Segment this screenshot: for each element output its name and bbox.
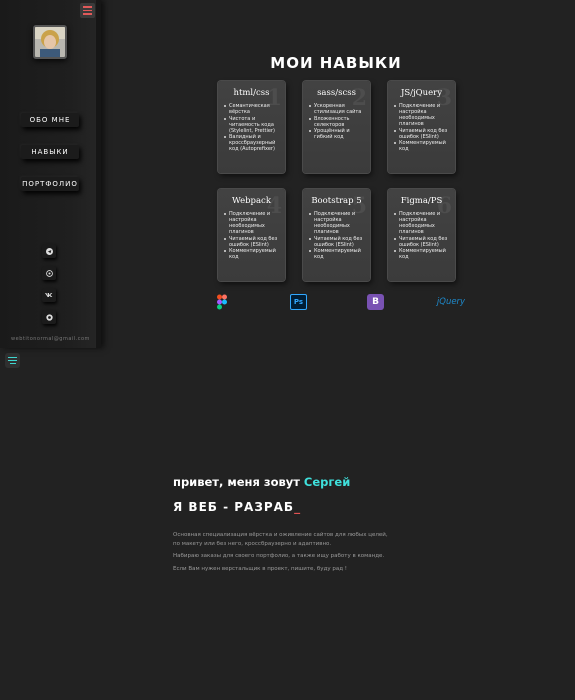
- card-list: Подключение и настройка необходимых плаг…: [394, 211, 452, 261]
- card-list: Подключение и настройка необходимых плаг…: [309, 211, 367, 261]
- greeting-text: привет, меня зовут: [173, 475, 304, 489]
- nav-about-button[interactable]: ОБО МНЕ: [21, 113, 79, 127]
- skills-title: МОИ НАВЫКИ: [270, 54, 402, 72]
- skill-card-sass: 2 sass/scss Ускоренная стилизация сайта …: [303, 81, 370, 173]
- list-item: Семантическая вёрстка: [224, 103, 282, 115]
- sidebar: ОБО МНЕ НАВЫКИ ПОРТФОЛИО webtitonormal@g…: [0, 0, 101, 348]
- intro-line: по макету или без него, кроссбраузерно и…: [173, 541, 332, 547]
- card-title: Bootstrap 5: [311, 196, 362, 206]
- list-item: Вложенность селекторов: [309, 116, 367, 128]
- skill-card-figma: 6 Figma/PS Подключение и настройка необх…: [388, 189, 455, 281]
- card-list: Семантическая вёрстка Чистота и читаемос…: [224, 103, 282, 153]
- list-item: Подключение и настройка необходимых плаг…: [224, 211, 282, 235]
- bootstrap-logo-text: B: [367, 294, 384, 310]
- card-list: Подключение и настройка необходимых плаг…: [394, 103, 452, 153]
- intro-line: Основная специализация вёрстка и оживлен…: [173, 532, 388, 538]
- list-item: Валидный и кроссбраузерный код (Autopref…: [224, 134, 282, 152]
- list-item: Подключение и настройка необходимых плаг…: [394, 211, 452, 235]
- photoshop-logo-text: Ps: [290, 294, 307, 310]
- orders-paragraph: Набираю заказы для своего портфолио, а т…: [173, 553, 385, 559]
- sidebar-edge: [96, 0, 101, 348]
- nav-portfolio-button[interactable]: ПОРТФОЛИО: [21, 177, 79, 191]
- headline: Я ВЕБ - РАЗРАБ_: [173, 500, 301, 514]
- list-item: Урощённый и гибкий код: [309, 128, 367, 140]
- github-icon[interactable]: [42, 310, 56, 324]
- card-title: sass/scss: [317, 88, 356, 98]
- list-item: Подключение и настройка необходимых плаг…: [309, 211, 367, 235]
- menu-burger-icon[interactable]: [80, 3, 95, 18]
- whatsapp-icon[interactable]: [42, 266, 56, 280]
- nav-skills-button[interactable]: НАВЫКИ: [21, 145, 79, 159]
- list-item: Читаемый код без ошибок (ESlint): [394, 128, 452, 140]
- list-item: Комментируемый код: [394, 248, 452, 260]
- list-item: Читаемый код без ошибок (ESlint): [309, 236, 367, 248]
- menu-toggle-icon[interactable]: [5, 353, 20, 368]
- email-link[interactable]: webtitonormal@gmail.com: [0, 336, 101, 342]
- list-item: Комментируемый код: [224, 248, 282, 260]
- card-list: Подключение и настройка необходимых плаг…: [224, 211, 282, 261]
- vk-icon[interactable]: [42, 288, 56, 302]
- skill-card-js: 3 JS/jQuery Подключение и настройка необ…: [388, 81, 455, 173]
- card-title: html/css: [233, 88, 270, 98]
- skill-card-html: 1 html/css Семантическая вёрстка Чистота…: [218, 81, 285, 173]
- list-item: Читаемый код без ошибок (ESlint): [224, 236, 282, 248]
- list-item: Читаемый код без ошибок (ESlint): [394, 236, 452, 248]
- card-title: Webpack: [232, 196, 271, 206]
- card-title: Figma/PS: [400, 196, 443, 206]
- contact-paragraph: Если Вам нужен верстальщик в проект, пиш…: [173, 566, 347, 572]
- list-item: Комментируемый код: [309, 248, 367, 260]
- author-name: Сергей: [303, 475, 351, 489]
- skill-card-bootstrap: 5 Bootstrap 5 Подключение и настройка не…: [303, 189, 370, 281]
- intro-paragraph: Основная специализация вёрстка и оживлен…: [173, 531, 403, 549]
- list-item: Чистота и читаемость кода (Stylelint, Pr…: [224, 116, 282, 134]
- figma-logo-icon: [216, 294, 228, 310]
- typing-cursor: _: [294, 500, 302, 514]
- card-title: JS/jQuery: [400, 88, 443, 98]
- avatar: [33, 25, 67, 59]
- telegram-icon[interactable]: [42, 244, 56, 258]
- skill-card-webpack: 4 Webpack Подключение и настройка необхо…: [218, 189, 285, 281]
- bootstrap-logo-icon: B: [367, 294, 384, 310]
- card-list: Ускоренная стилизация сайта Вложенность …: [309, 103, 367, 141]
- jquery-logo-text: jQuery: [436, 297, 466, 307]
- jquery-logo-icon: jQuery: [434, 294, 468, 310]
- headline-text: Я ВЕБ - РАЗРАБ: [173, 500, 295, 514]
- list-item: Ускоренная стилизация сайта: [309, 103, 367, 115]
- photoshop-logo-icon: Ps: [290, 294, 307, 310]
- list-item: Комментируемый код: [394, 140, 452, 152]
- list-item: Подключение и настройка необходимых плаг…: [394, 103, 452, 127]
- greeting: привет, меня зовут Сергей: [173, 475, 350, 489]
